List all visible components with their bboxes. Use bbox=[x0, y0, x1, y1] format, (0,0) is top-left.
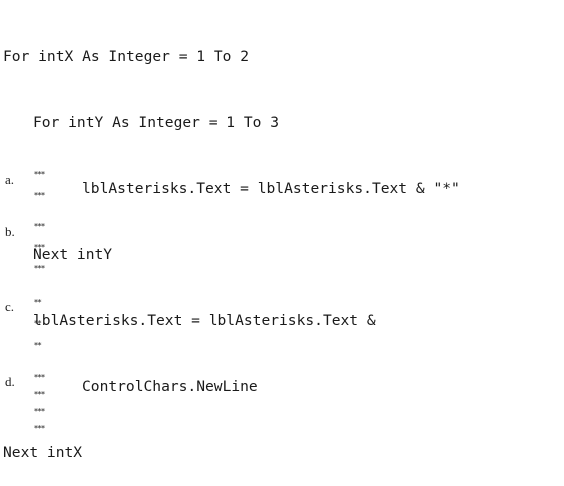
option-b-line: *** bbox=[34, 243, 45, 252]
option-a-line: *** bbox=[34, 191, 45, 200]
option-b-line: *** bbox=[34, 264, 45, 273]
option-d-letter: d. bbox=[5, 374, 15, 389]
option-c-letter: c. bbox=[5, 299, 15, 314]
answer-options: a. *** *** b. *** *** *** c. ** ** ** d.… bbox=[0, 0, 564, 438]
option-c-line: ** bbox=[34, 319, 42, 328]
option-d-line: *** bbox=[34, 373, 45, 382]
option-c-line: ** bbox=[34, 298, 42, 307]
option-b-line: *** bbox=[34, 222, 45, 231]
option-d-line: *** bbox=[34, 424, 45, 433]
option-c-line: ** bbox=[34, 341, 42, 350]
option-d-line: *** bbox=[34, 407, 45, 416]
option-d-line: *** bbox=[34, 390, 45, 399]
option-a-letter: a. bbox=[5, 172, 15, 187]
option-a-line: *** bbox=[34, 170, 45, 179]
code-line-next-outer: Next intX bbox=[3, 444, 83, 461]
option-b-letter: b. bbox=[5, 224, 15, 239]
